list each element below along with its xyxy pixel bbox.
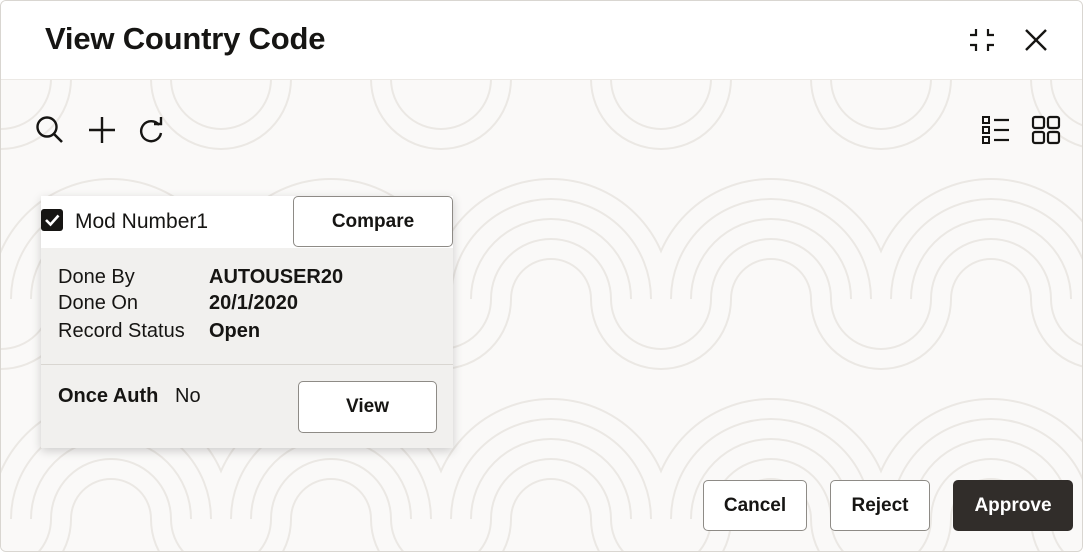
view-country-code-dialog: View Country Code Mod Number1 Compare Do… bbox=[0, 0, 1083, 552]
done-by-label: Done By bbox=[58, 266, 135, 288]
compare-button[interactable]: Compare bbox=[293, 196, 453, 247]
record-status-value: Open bbox=[209, 320, 261, 342]
done-on-value: 20/1/2020 bbox=[209, 292, 298, 314]
once-auth-value: No bbox=[175, 385, 201, 407]
mod-number-label: Mod Number1 bbox=[75, 210, 209, 233]
refresh-icon[interactable] bbox=[135, 113, 169, 147]
done-by-value: AUTOUSER20 bbox=[209, 266, 344, 288]
close-icon[interactable] bbox=[1021, 25, 1051, 55]
grid-view-icon[interactable] bbox=[1029, 113, 1063, 147]
record-status-label: Record Status bbox=[58, 320, 185, 342]
dialog-header: View Country Code bbox=[1, 1, 1082, 80]
search-icon[interactable] bbox=[33, 113, 67, 147]
modification-card: Mod Number1 Compare Done By AUTOUSER20 D… bbox=[41, 196, 453, 448]
list-view-icon[interactable] bbox=[979, 113, 1013, 147]
minimize-icon[interactable] bbox=[967, 25, 997, 55]
done-on-label: Done On bbox=[58, 292, 139, 314]
dialog-title: View Country Code bbox=[45, 21, 326, 56]
card-footer: Once Auth No View bbox=[41, 365, 453, 448]
checkmark-icon bbox=[45, 214, 60, 227]
cancel-button[interactable]: Cancel bbox=[703, 480, 807, 531]
card-header: Mod Number1 Compare bbox=[41, 196, 453, 248]
reject-button[interactable]: Reject bbox=[830, 480, 930, 531]
card-details: Done By AUTOUSER20 Done On 20/1/2020 Rec… bbox=[41, 248, 453, 365]
plus-icon[interactable] bbox=[85, 113, 119, 147]
approve-button[interactable]: Approve bbox=[953, 480, 1073, 531]
once-auth-label: Once Auth bbox=[58, 385, 159, 407]
select-checkbox[interactable] bbox=[41, 209, 63, 231]
view-button[interactable]: View bbox=[298, 381, 437, 433]
